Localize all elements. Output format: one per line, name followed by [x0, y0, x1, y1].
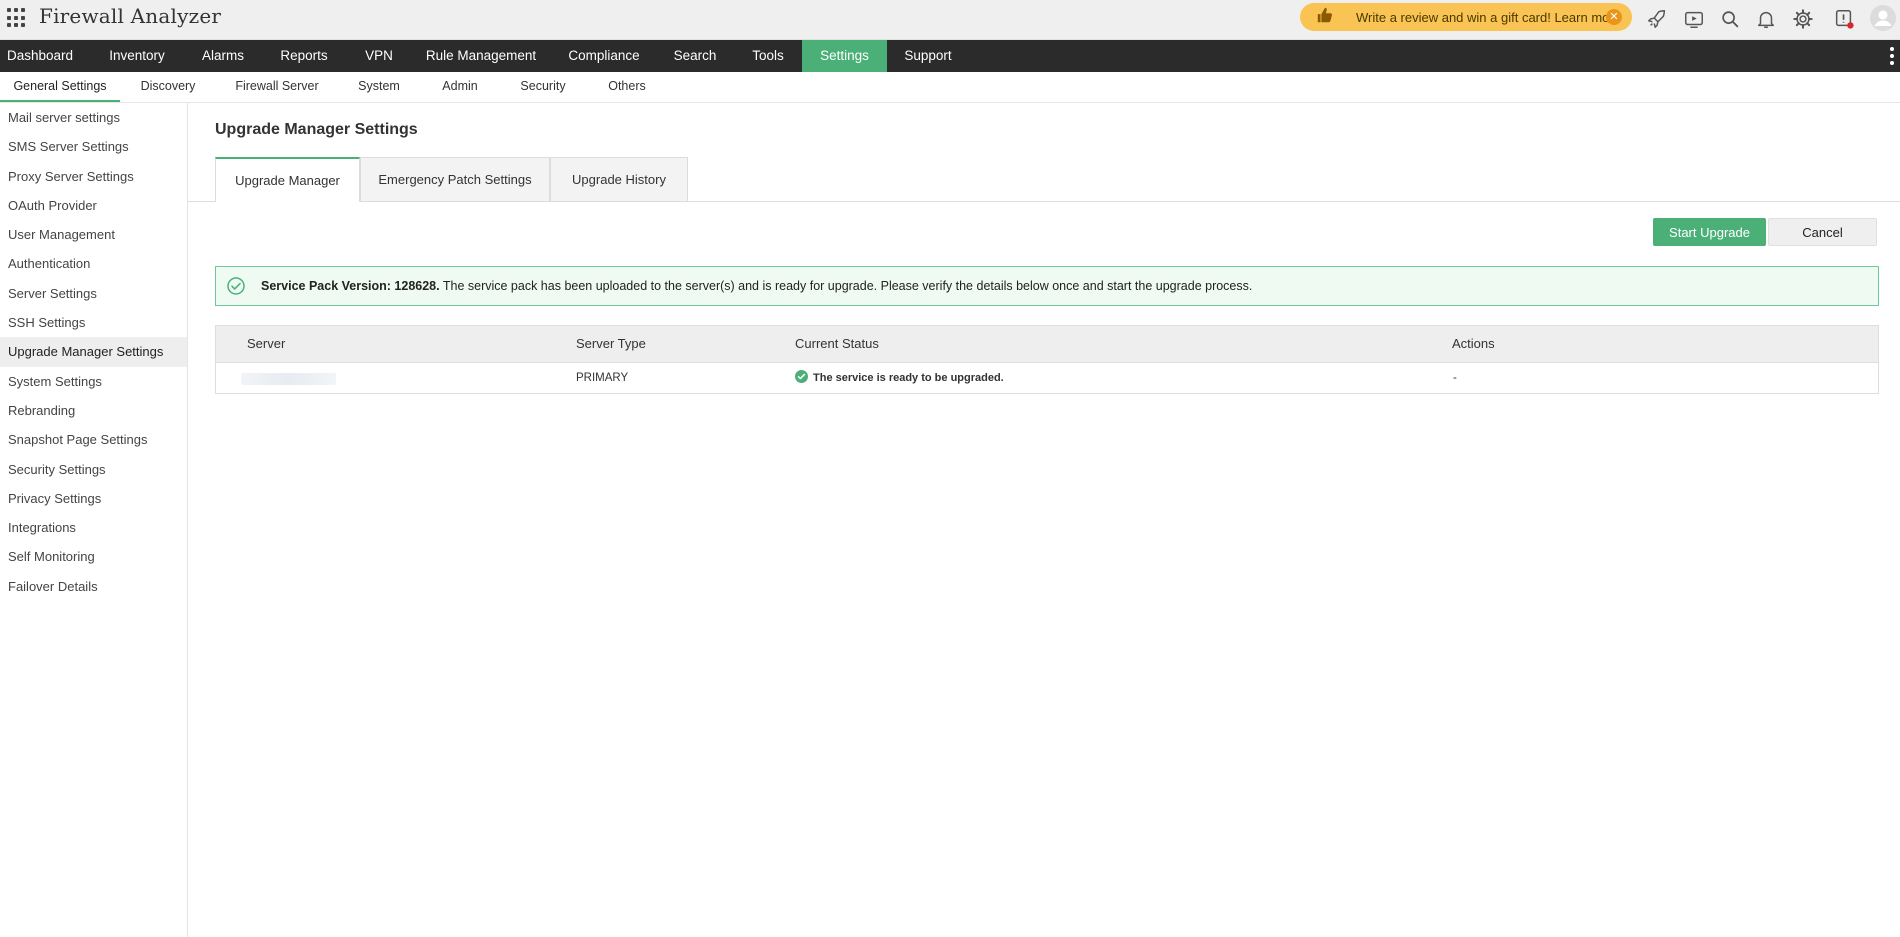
- app-title: Firewall Analyzer: [39, 4, 222, 28]
- nav-compliance[interactable]: Compliance: [563, 40, 645, 72]
- table-row: PRIMARY The service is ready to be upgra…: [216, 363, 1878, 393]
- table-header: Server Server Type Current Status Action…: [216, 326, 1878, 363]
- subnav-general-settings[interactable]: General Settings: [0, 72, 120, 102]
- nav-inventory[interactable]: Inventory: [97, 40, 177, 72]
- subnav-security[interactable]: Security: [515, 72, 571, 100]
- top-header: Firewall Analyzer Write a review and win…: [0, 0, 1900, 40]
- tab-upgrade-history[interactable]: Upgrade History: [550, 157, 688, 201]
- main-navigation: Dashboard Inventory Alarms Reports VPN R…: [0, 40, 1900, 72]
- cancel-button[interactable]: Cancel: [1768, 218, 1877, 246]
- subnav-admin[interactable]: Admin: [437, 72, 483, 100]
- service-pack-alert: Service Pack Version: 128628. The servic…: [215, 266, 1879, 306]
- thumbs-up-icon: [1316, 6, 1342, 29]
- subnav-others[interactable]: Others: [602, 72, 652, 100]
- nav-alarms[interactable]: Alarms: [193, 40, 253, 72]
- sidebar-item-snapshot-page-settings[interactable]: Snapshot Page Settings: [0, 425, 187, 454]
- promo-text: Write a review and win a gift card! Lear…: [1356, 9, 1621, 25]
- server-name-redacted: [241, 373, 336, 385]
- sidebar-item-privacy-settings[interactable]: Privacy Settings: [0, 484, 187, 513]
- server-type-cell: PRIMARY: [576, 372, 629, 384]
- column-server: Server: [247, 336, 286, 351]
- more-options-icon[interactable]: [1890, 47, 1894, 65]
- sidebar-item-server-settings[interactable]: Server Settings: [0, 279, 187, 308]
- rocket-icon[interactable]: [1646, 8, 1668, 30]
- sidebar-item-self-monitoring[interactable]: Self Monitoring: [0, 542, 187, 571]
- sidebar-item-rebranding[interactable]: Rebranding: [0, 396, 187, 425]
- nav-reports[interactable]: Reports: [274, 40, 334, 72]
- video-icon[interactable]: [1683, 8, 1705, 30]
- nav-settings[interactable]: Settings: [802, 40, 887, 72]
- column-actions: Actions: [1452, 336, 1495, 351]
- status-cell: The service is ready to be upgraded.: [795, 363, 1004, 393]
- settings-subnav: General Settings Discovery Firewall Serv…: [0, 72, 1900, 103]
- sidebar-item-system-settings[interactable]: System Settings: [0, 367, 187, 396]
- check-circle-icon: [795, 365, 808, 383]
- search-icon[interactable]: [1719, 8, 1741, 30]
- tab-upgrade-manager[interactable]: Upgrade Manager: [215, 157, 360, 202]
- column-current-status: Current Status: [795, 336, 879, 351]
- sidebar-item-proxy-server-settings[interactable]: Proxy Server Settings: [0, 162, 187, 191]
- sidebar-item-authentication[interactable]: Authentication: [0, 249, 187, 278]
- gear-icon[interactable]: [1792, 8, 1814, 30]
- subnav-firewall-server[interactable]: Firewall Server: [232, 72, 322, 100]
- close-icon[interactable]: ✕: [1606, 9, 1622, 25]
- alert-shield-icon[interactable]: [1833, 8, 1855, 30]
- nav-dashboard[interactable]: Dashboard: [0, 40, 80, 72]
- nav-vpn[interactable]: VPN: [356, 40, 402, 72]
- alert-version: Service Pack Version: 128628.: [261, 279, 440, 293]
- sidebar-item-mail-server-settings[interactable]: Mail server settings: [0, 103, 187, 132]
- start-upgrade-button[interactable]: Start Upgrade: [1653, 218, 1766, 246]
- page-title: Upgrade Manager Settings: [215, 121, 418, 138]
- apps-grid-icon[interactable]: [7, 8, 27, 28]
- sidebar-item-ssh-settings[interactable]: SSH Settings: [0, 308, 187, 337]
- sidebar-item-user-management[interactable]: User Management: [0, 220, 187, 249]
- servers-table: Server Server Type Current Status Action…: [215, 325, 1879, 394]
- sidebar-item-integrations[interactable]: Integrations: [0, 513, 187, 542]
- alert-text: The service pack has been uploaded to th…: [439, 279, 1253, 293]
- user-avatar-icon[interactable]: [1870, 5, 1896, 31]
- sidebar-item-security-settings[interactable]: Security Settings: [0, 455, 187, 484]
- sidebar-item-sms-server-settings[interactable]: SMS Server Settings: [0, 132, 187, 161]
- actions-cell: -: [1453, 372, 1457, 384]
- subnav-discovery[interactable]: Discovery: [132, 72, 204, 100]
- upgrade-tabs: Upgrade Manager Emergency Patch Settings…: [187, 157, 1900, 202]
- column-server-type: Server Type: [576, 336, 646, 351]
- tab-emergency-patch-settings[interactable]: Emergency Patch Settings: [360, 157, 550, 201]
- alert-message: Service Pack Version: 128628. The servic…: [261, 279, 1252, 293]
- review-promo-banner[interactable]: Write a review and win a gift card! Lear…: [1300, 3, 1632, 31]
- subnav-system[interactable]: System: [354, 72, 404, 100]
- nav-tools[interactable]: Tools: [743, 40, 793, 72]
- sidebar-item-upgrade-manager-settings[interactable]: Upgrade Manager Settings: [0, 337, 187, 367]
- check-circle-icon: [226, 276, 246, 296]
- settings-sidebar: Mail server settings SMS Server Settings…: [0, 103, 188, 937]
- status-text: The service is ready to be upgraded.: [813, 372, 1004, 384]
- sidebar-item-failover-details[interactable]: Failover Details: [0, 572, 187, 601]
- sidebar-item-oauth-provider[interactable]: OAuth Provider: [0, 191, 187, 220]
- nav-support[interactable]: Support: [895, 40, 961, 72]
- nav-search[interactable]: Search: [665, 40, 725, 72]
- nav-rule-management[interactable]: Rule Management: [422, 40, 540, 72]
- bell-icon[interactable]: [1755, 8, 1777, 30]
